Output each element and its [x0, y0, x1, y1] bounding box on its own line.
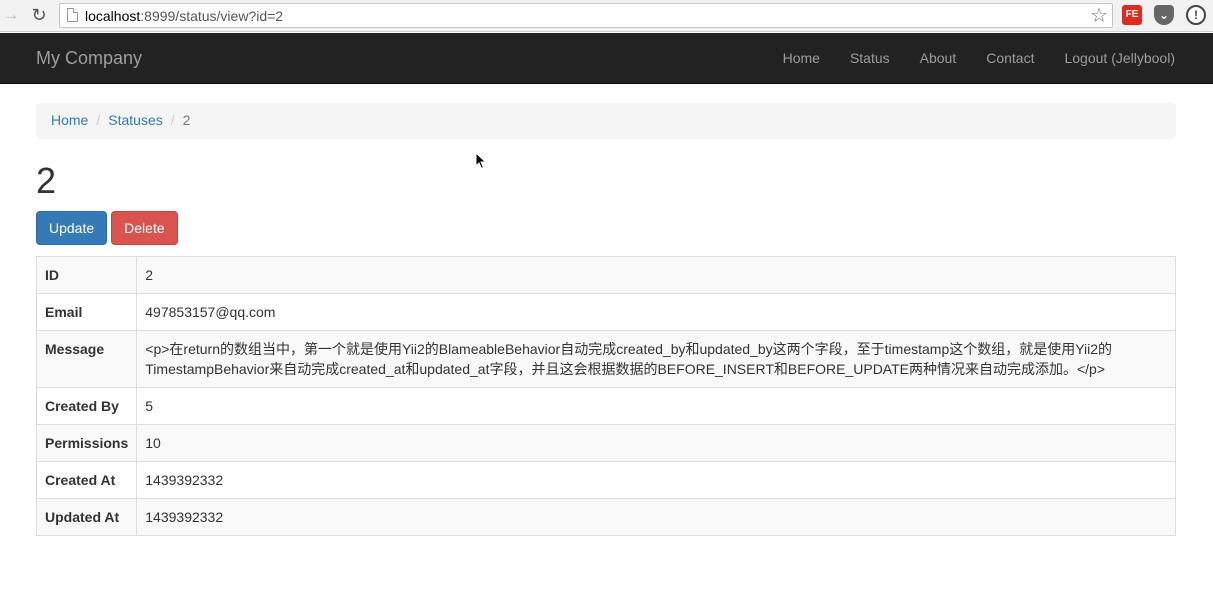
table-row: Updated At 1439392332	[35, 497, 1176, 536]
address-bar[interactable]: localhost:8999/status/view?id=2 ☆	[59, 3, 1113, 28]
row-label: Updated At	[35, 497, 138, 536]
row-value: <p>在return的数组当中，第一个就是使用Yii2的BlameableBeh…	[136, 329, 1176, 388]
breadcrumb-separator: /	[170, 112, 175, 128]
breadcrumb-statuses[interactable]: Statuses	[108, 112, 162, 130]
row-value: 2	[136, 255, 1176, 294]
nav-home[interactable]: Home	[768, 33, 835, 83]
url-host: localhost	[85, 8, 141, 24]
row-label: Created At	[35, 460, 138, 499]
row-label: Permissions	[35, 423, 138, 462]
url-text[interactable]: localhost:8999/status/view?id=2	[85, 8, 283, 24]
nav-menu: Home Status About Contact Logout (Jellyb…	[768, 33, 1190, 83]
pocket-extension-icon[interactable]: ⌄	[1154, 5, 1174, 25]
table-row: Message <p>在return的数组当中，第一个就是使用Yii2的Blame…	[35, 329, 1176, 388]
breadcrumb-current: 2	[182, 112, 191, 128]
breadcrumb-separator: /	[96, 112, 101, 128]
breadcrumb: Home / Statuses / 2	[36, 103, 1176, 139]
detail-table: ID 2 Email 497853157@qq.com Message <p>在retur…	[35, 255, 1176, 536]
row-value: 5	[136, 386, 1176, 425]
row-label: Message	[35, 329, 138, 388]
browser-toolbar: → ↻ localhost:8999/status/view?id=2 ☆ FE…	[0, 0, 1213, 32]
url-path: :8999/status/view?id=2	[140, 8, 284, 24]
table-row: ID 2	[35, 255, 1176, 294]
fe-extension-icon[interactable]: FE	[1122, 5, 1142, 25]
action-buttons: Update Delete	[36, 210, 1176, 245]
update-button[interactable]: Update	[36, 210, 108, 245]
reload-icon[interactable]: ↻	[28, 5, 50, 25]
bookmark-star-icon[interactable]: ☆	[1090, 4, 1108, 28]
delete-button[interactable]: Delete	[111, 210, 178, 245]
row-label: Email	[35, 292, 138, 331]
row-value: 1439392332	[136, 460, 1176, 499]
breadcrumb-home[interactable]: Home	[51, 112, 88, 130]
table-row: Created By 5	[35, 386, 1176, 425]
nav-contact[interactable]: Contact	[971, 33, 1049, 83]
table-row: Permissions 10	[35, 423, 1176, 462]
row-value: 497853157@qq.com	[136, 292, 1176, 331]
table-row: Created At 1439392332	[35, 460, 1176, 499]
nav-status[interactable]: Status	[835, 33, 905, 83]
table-row: Email 497853157@qq.com	[35, 292, 1176, 331]
top-navbar: My Company Home Status About Contact Log…	[0, 33, 1213, 84]
page-icon	[67, 8, 78, 22]
row-label: Created By	[35, 386, 138, 425]
brand-logo[interactable]: My Company	[36, 48, 142, 69]
row-label: ID	[35, 255, 138, 294]
mouse-cursor-icon	[475, 152, 487, 170]
row-value: 1439392332	[136, 497, 1176, 536]
info-extension-icon[interactable]: !	[1186, 5, 1206, 25]
page-title: 2	[36, 160, 57, 201]
nav-about[interactable]: About	[905, 33, 972, 83]
nav-logout[interactable]: Logout (Jellybool)	[1049, 33, 1190, 83]
row-value: 10	[136, 423, 1176, 462]
main-container: Home / Statuses / 2 2 Update Delete ID 2 E…	[35, 84, 1176, 536]
back-arrow-icon[interactable]: →	[0, 5, 22, 25]
